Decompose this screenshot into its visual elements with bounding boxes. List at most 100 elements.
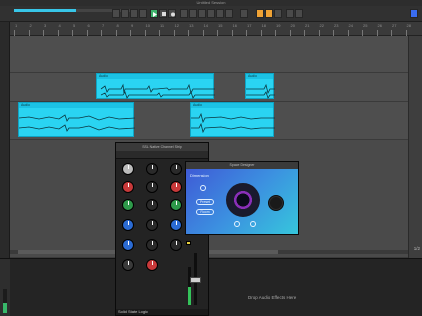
waveform — [19, 114, 135, 132]
size-orb-display[interactable] — [226, 183, 260, 217]
waveform — [191, 112, 275, 134]
level-meter-fill — [3, 303, 7, 313]
stop-button[interactable] — [159, 9, 167, 18]
overdub-button[interactable] — [180, 9, 188, 18]
draw-mode-button[interactable] — [240, 9, 248, 18]
ruler-label: 19 — [276, 23, 281, 28]
ruler-label: 8 — [116, 23, 119, 28]
left-browser-collapsed[interactable] — [0, 22, 10, 258]
hf-freq-knob[interactable] — [146, 181, 158, 193]
loop-switch-button[interactable] — [225, 9, 233, 18]
audio-clip[interactable]: Audio — [96, 73, 215, 99]
session-record-button[interactable] — [198, 9, 206, 18]
detail-view: Drop Audio Effects Here — [0, 258, 422, 316]
hmf-gain-knob[interactable] — [122, 199, 134, 211]
track-lane-empty[interactable] — [10, 36, 422, 73]
computer-keyboard-button[interactable] — [286, 9, 294, 18]
ruler-label: 11 — [160, 23, 165, 28]
ruler-label: 14 — [203, 23, 208, 28]
ruler-label: 27 — [392, 23, 397, 28]
input-trim-knob[interactable] — [122, 163, 134, 175]
beat-ruler[interactable]: 1 2 3 4 5 6 7 8 9 10 11 12 13 14 15 16 17 18 19 20 21 22 23 24 2… — [10, 22, 422, 36]
ruler-label: 28 — [406, 23, 411, 28]
punch-out-button[interactable] — [216, 9, 224, 18]
space-plugin-window[interactable]: Space Designer Dimension Preset Room — [185, 161, 299, 235]
sidechain-switch[interactable] — [186, 241, 191, 245]
audio-clip[interactable]: Audio — [190, 102, 275, 137]
fader-cap[interactable] — [190, 277, 201, 283]
ruler-label: 24 — [348, 23, 353, 28]
ruler-label: 7 — [102, 23, 105, 28]
automation-arm-button[interactable] — [189, 9, 197, 18]
follow-button[interactable] — [256, 9, 264, 18]
gate-range-knob[interactable] — [170, 199, 182, 211]
record-icon — [171, 12, 175, 17]
space-controls: Dimension Preset Room — [186, 169, 298, 234]
play-button[interactable] — [150, 9, 158, 18]
space-titlebar[interactable]: Space Designer — [186, 162, 298, 169]
release-knob[interactable] — [170, 239, 182, 251]
lmf-gain-knob[interactable] — [122, 219, 134, 231]
waveform — [246, 83, 275, 99]
cpu-load-button[interactable] — [295, 9, 303, 18]
play-icon — [153, 12, 157, 17]
ssl-brand: Solid State Logic — [118, 309, 149, 314]
ruler-label: 25 — [363, 23, 368, 28]
output-meter-fill — [188, 287, 191, 305]
freeze-button[interactable] — [234, 221, 240, 227]
ruler-label: 1 — [15, 23, 18, 28]
output-knob[interactable] — [146, 259, 158, 271]
lf-freq-knob[interactable] — [146, 239, 158, 251]
space-window-title: Space Designer — [229, 163, 255, 167]
ruler-label: 10 — [145, 23, 150, 28]
lp-filter-knob[interactable] — [170, 163, 182, 175]
room-selector[interactable]: Room — [196, 209, 214, 215]
track-io-panel[interactable] — [408, 36, 422, 258]
horizontal-scrollbar[interactable] — [10, 250, 408, 254]
preset-selector[interactable]: Preset — [196, 199, 214, 205]
key-map-button[interactable] — [265, 9, 273, 18]
ssl-titlebar[interactable]: SSL Native Channel Strip — [116, 143, 208, 151]
ruler-label: 22 — [319, 23, 324, 28]
pan-knob[interactable] — [122, 259, 134, 271]
hq-button[interactable] — [250, 221, 256, 227]
mix-knob[interactable] — [268, 195, 284, 211]
audio-clip[interactable]: Audio — [18, 102, 135, 137]
comp-ratio-knob[interactable] — [170, 181, 182, 193]
power-button[interactable] — [200, 185, 206, 191]
ruler-label: 26 — [377, 23, 382, 28]
ruler-label: 23 — [334, 23, 339, 28]
hmf-freq-knob[interactable] — [146, 199, 158, 211]
ruler-label: 16 — [232, 23, 237, 28]
space-brand: Dimension — [190, 173, 209, 178]
punch-in-button[interactable] — [207, 9, 215, 18]
hf-gain-knob[interactable] — [122, 181, 134, 193]
lmf-freq-knob[interactable] — [146, 219, 158, 231]
transport-bar — [0, 6, 422, 22]
track-lane-audio-1[interactable] — [10, 73, 422, 102]
lf-gain-knob[interactable] — [122, 239, 134, 251]
ruler-label: 12 — [174, 23, 179, 28]
quantize-button[interactable] — [139, 9, 147, 18]
ruler-label: 20 — [290, 23, 295, 28]
grid-readout: 1/2 — [413, 246, 420, 251]
tap-tempo-button[interactable] — [130, 9, 138, 18]
midi-indicator — [410, 9, 418, 18]
audio-clip[interactable]: Audio — [245, 73, 275, 99]
ruler-label: 5 — [73, 23, 76, 28]
drop-hint: Drop Audio Effects Here — [248, 295, 297, 300]
waveform — [100, 83, 215, 99]
ruler-label: 3 — [44, 23, 47, 28]
ruler-label: 17 — [247, 23, 252, 28]
ruler-label: 4 — [58, 23, 61, 28]
gate-threshold-knob[interactable] — [170, 219, 182, 231]
metronome-button[interactable] — [121, 9, 129, 18]
ruler-label: 21 — [305, 23, 310, 28]
midi-map-button[interactable] — [274, 9, 282, 18]
record-button[interactable] — [168, 9, 176, 18]
ruler-label: 18 — [261, 23, 266, 28]
hp-filter-knob[interactable] — [146, 163, 158, 175]
ssl-window-title: SSL Native Channel Strip — [142, 145, 182, 149]
arrangement-loop-button[interactable] — [112, 9, 120, 18]
ssl-toolbar[interactable] — [116, 151, 208, 159]
